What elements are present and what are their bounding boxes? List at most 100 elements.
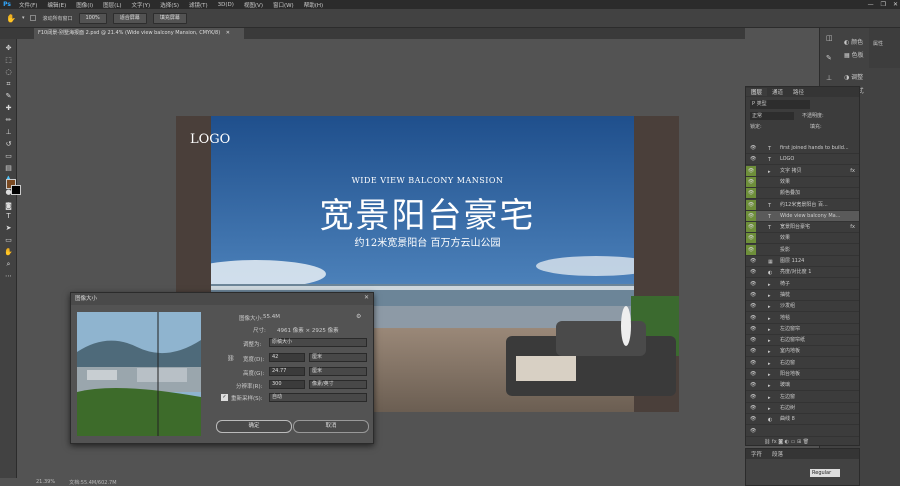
healing-tool-icon[interactable]: ✚ [3, 103, 14, 113]
brush-panel-icon[interactable]: ✎ [826, 54, 836, 64]
eye-icon[interactable]: 👁 [750, 335, 757, 345]
shape-tool-icon[interactable]: ▭ [3, 235, 14, 245]
menu-file[interactable]: 文件(F) [14, 1, 42, 9]
eye-icon[interactable]: 👁 [746, 199, 756, 210]
eye-icon[interactable]: 👁 [746, 176, 756, 187]
resolution-unit-select[interactable]: 像素/英寸 [309, 380, 367, 389]
layer-row[interactable]: 👁 T Wide view balcony Ma... [746, 210, 859, 222]
more-tools-icon[interactable]: ⋯ [3, 271, 14, 281]
tab-paths[interactable]: 路径 [788, 88, 809, 96]
gradient-tool-icon[interactable]: ▤ [3, 163, 14, 173]
menu-3d[interactable]: 3D(D) [213, 2, 239, 8]
eraser-tool-icon[interactable]: ▭ [3, 151, 14, 161]
menu-layer[interactable]: 图层(L) [98, 1, 126, 9]
eye-icon[interactable]: 👁 [750, 301, 757, 311]
eye-icon[interactable]: 👁 [750, 154, 757, 164]
move-tool-icon[interactable]: ✥ [3, 43, 14, 53]
layer-row[interactable]: 👁 ▸ 右边窗 [746, 358, 859, 369]
menu-select[interactable]: 选择(S) [155, 1, 184, 9]
eye-icon[interactable]: 👁 [750, 279, 757, 289]
layer-row[interactable]: 👁 ▸ 阳台地板 [746, 369, 859, 380]
layer-row[interactable]: 👁 Tfirst joined hands to build... [746, 143, 859, 154]
layer-row[interactable]: 👁 ▸ 左边窗帘 [746, 324, 859, 335]
path-select-tool-icon[interactable]: ➤ [3, 223, 14, 233]
swatches-panel-tab[interactable]: ▦ 色板 [844, 50, 864, 59]
fit-screen-button[interactable]: 适合屏幕 [112, 12, 147, 24]
cancel-button[interactable]: 取消 [293, 420, 369, 433]
eye-icon[interactable]: 👁 [746, 222, 756, 233]
width-unit-select[interactable]: 厘米 [309, 353, 367, 362]
layer-row[interactable]: 👁 ▦ 图层 1124 [746, 256, 859, 267]
lasso-tool-icon[interactable]: ◌ [3, 67, 14, 77]
hand-tool-icon[interactable]: ✋ [3, 247, 14, 257]
color-panel-tab[interactable]: ◐ 颜色 [844, 37, 863, 46]
quick-mask-icon[interactable]: ◙ [3, 201, 14, 211]
brush-tool-icon[interactable]: ✏ [3, 115, 14, 125]
eye-icon[interactable]: 👁 [750, 324, 757, 334]
eye-icon[interactable]: 👁 [750, 346, 757, 356]
layer-row[interactable]: 👁 效果 [746, 233, 859, 245]
tab-channels[interactable]: 通道 [767, 88, 788, 96]
document-tab[interactable]: F10阔景-别墅海报面 2.psd @ 21.4% (Wide view bal… [34, 28, 244, 39]
layer-row[interactable]: 👁 ▸ 室内地板 [746, 346, 859, 358]
height-input[interactable]: 24.77 [269, 367, 305, 376]
eye-icon[interactable]: 👁 [750, 143, 757, 153]
layer-row[interactable]: 👁 T 宽景阳台豪宅 fx [746, 222, 859, 234]
tab-layers[interactable]: 图层 [746, 88, 768, 96]
background-color-swatch[interactable] [11, 185, 21, 195]
properties-strip[interactable]: 属性 [869, 28, 900, 68]
preview-image[interactable] [77, 312, 201, 436]
resample-select[interactable]: 自动 [269, 393, 367, 402]
eye-icon[interactable]: 👁 [750, 392, 757, 402]
blend-mode-select[interactable]: 正常 [750, 112, 794, 120]
scroll-all-checkbox[interactable] [30, 15, 37, 21]
restore-button[interactable]: ❐ [881, 1, 886, 8]
close-window-button[interactable]: ✕ [893, 1, 898, 8]
ok-button[interactable]: 确定 [216, 420, 292, 433]
eye-icon[interactable]: 👁 [750, 313, 757, 323]
eye-icon[interactable]: 👁 [750, 256, 757, 266]
menu-type[interactable]: 文字(Y) [127, 1, 156, 9]
height-unit-select[interactable]: 厘米 [309, 367, 367, 376]
layer-row[interactable]: 👁 ▸ 玻璃 [746, 380, 859, 392]
close-tab-icon[interactable]: ✕ [226, 30, 230, 36]
layer-row[interactable]: 👁 ◐ 曲线 8 [746, 414, 859, 426]
eye-icon[interactable]: 👁 [750, 414, 757, 424]
stamp-tool-icon[interactable]: ⊥ [3, 127, 14, 137]
eye-icon[interactable]: 👁 [750, 426, 757, 436]
marquee-tool-icon[interactable]: ⬚ [3, 55, 14, 65]
layer-row[interactable]: 👁 ▸ 椅子 [746, 279, 859, 290]
dialog-close-icon[interactable]: ✕ [364, 294, 369, 301]
layer-row[interactable]: 👁 ◐ 亮度/对比度 1 [746, 267, 859, 279]
resolution-input[interactable]: 300 [269, 380, 305, 389]
layer-row[interactable]: 👁 T LOGO [746, 154, 859, 166]
layer-row[interactable]: 👁 投影 [746, 244, 859, 256]
adjustments-panel-tab[interactable]: ◑ 调整 [844, 72, 863, 81]
layer-row[interactable]: 👁 ▸ 文字 拷贝 fx [746, 165, 859, 177]
eye-icon[interactable]: 👁 [750, 290, 757, 300]
eye-icon[interactable]: 👁 [746, 210, 756, 221]
eye-icon[interactable]: 👁 [746, 165, 756, 176]
layer-row[interactable]: 👁 ▸ 沙发组 [746, 301, 859, 313]
clone-panel-icon[interactable]: ⊥ [826, 74, 836, 84]
panel-toggle-icon[interactable]: ◫ [826, 34, 836, 44]
eye-icon[interactable]: 👁 [750, 403, 757, 413]
eye-icon[interactable]: 👁 [746, 244, 756, 255]
crop-tool-icon[interactable]: ⌗ [3, 79, 14, 89]
menu-edit[interactable]: 编辑(E) [42, 1, 71, 9]
resample-checkbox[interactable]: ✓ [221, 394, 228, 401]
gear-icon[interactable]: ⚙ [356, 313, 361, 320]
zoom-100-button[interactable]: 100% [78, 12, 107, 24]
font-style-select[interactable]: Regular [810, 469, 840, 477]
zoom-tool-icon[interactable]: ⌕ [3, 259, 14, 269]
layer-row[interactable]: 👁 ▸ 右边窗帘纸 [746, 335, 859, 347]
eye-icon[interactable]: 👁 [746, 188, 756, 199]
layer-row[interactable]: 👁 [746, 426, 859, 437]
menu-window[interactable]: 窗口(W) [268, 1, 299, 9]
eye-icon[interactable]: 👁 [750, 358, 757, 368]
width-input[interactable]: 42 [269, 353, 305, 362]
layer-row[interactable]: 👁 效果 [746, 176, 859, 188]
layer-filter-input[interactable]: P 类型 [750, 100, 810, 109]
layer-row[interactable]: 👁 ▸ 右边树 [746, 403, 859, 414]
menu-help[interactable]: 帮助(H) [299, 1, 328, 9]
